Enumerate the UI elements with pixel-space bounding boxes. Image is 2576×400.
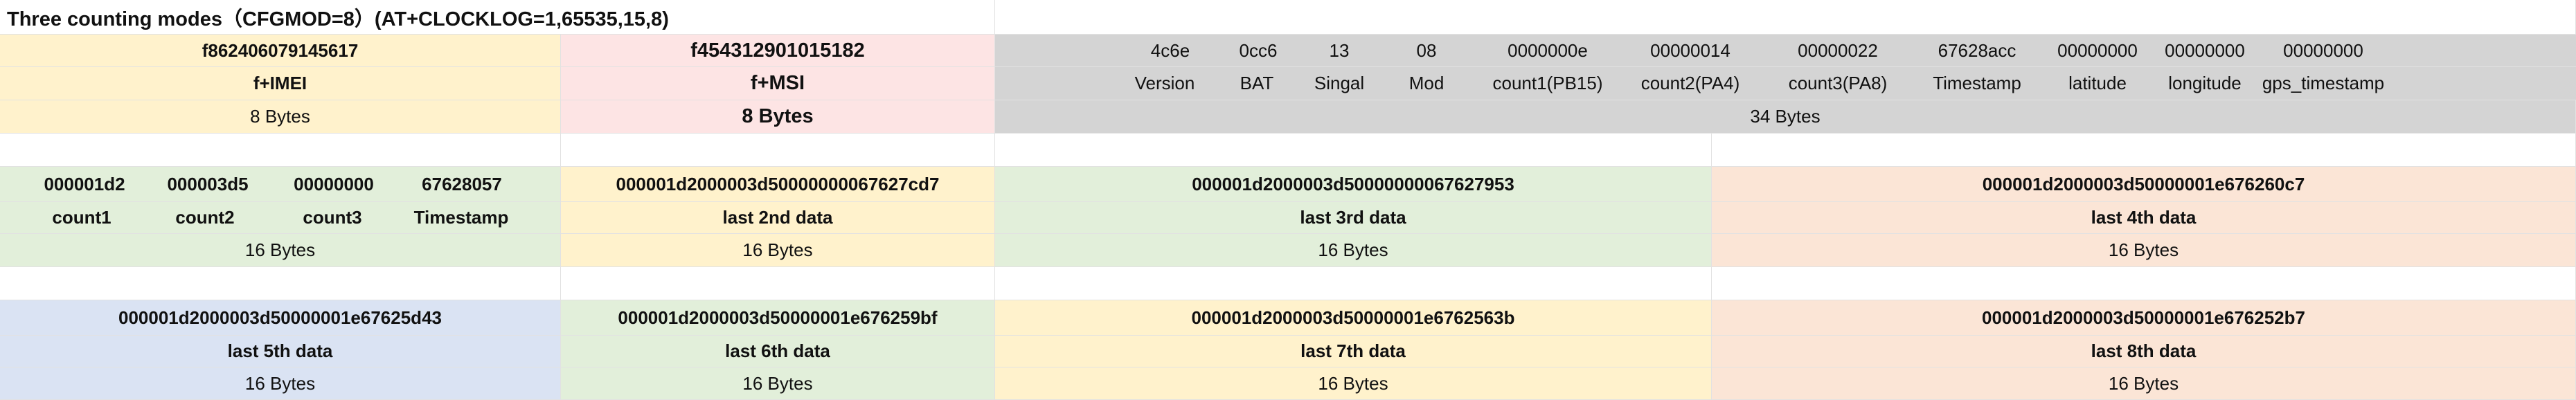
spacer-row xyxy=(0,267,2576,300)
payload-label-latitude: latitude xyxy=(2068,73,2127,93)
payload-value-signal: 13 xyxy=(1329,39,1350,61)
last-4th-size: 16 Bytes xyxy=(1712,234,2576,267)
last-7th-value: 000001d2000003d50000001e6762563b xyxy=(995,300,1712,336)
section2-labels-row: count1 count2 count3 Timestamp last 2nd … xyxy=(0,202,2576,234)
last-8th-label: last 8th data xyxy=(1712,336,2576,367)
payload-label-count3: count3(PA8) xyxy=(1788,73,1888,93)
last-4th-value: 000001d2000003d50000001e676260c7 xyxy=(1712,167,2576,202)
imei-label: f+IMEI xyxy=(0,67,561,100)
title-row: Three counting modes（CFGMOD=8）(AT+CLOCKL… xyxy=(0,0,2576,35)
payload-value-bat: 0cc6 xyxy=(1239,39,1278,61)
payload-label-version: Version xyxy=(1134,73,1195,93)
section1-sizes-row: 8 Bytes 8 Bytes 34 Bytes xyxy=(0,100,2576,134)
last-4th-label: last 4th data xyxy=(1712,202,2576,234)
payload-label-gps-timestamp: gps_timestamp xyxy=(2262,73,2385,93)
first-value-timestamp: 67628057 xyxy=(422,173,502,194)
payload-labels: Version BAT Singal Mod count1(PB15) coun… xyxy=(995,67,2576,100)
payload-value-timestamp: 67628acc xyxy=(1938,39,2016,61)
payload-label-signal: Singal xyxy=(1314,73,1365,93)
last-3rd-size: 16 Bytes xyxy=(995,234,1712,267)
last-6th-label: last 6th data xyxy=(561,336,995,367)
empty-cell xyxy=(995,134,1712,167)
payload-label-mod: Mod xyxy=(1408,73,1444,93)
spacer-row xyxy=(0,134,2576,167)
payload-label-count2: count2(PA4) xyxy=(1640,73,1740,93)
payload-label-longitude: longitude xyxy=(2168,73,2242,93)
first-label-count2: count2 xyxy=(175,207,235,228)
msi-label: f+MSI xyxy=(561,67,995,100)
empty-cell xyxy=(1712,267,2576,300)
empty-cell xyxy=(995,267,1712,300)
first-value-count3: 00000000 xyxy=(294,173,374,194)
section2-sizes-row: 16 Bytes 16 Bytes 16 Bytes 16 Bytes xyxy=(0,234,2576,267)
payload-label-count1: count1(PB15) xyxy=(1492,73,1603,93)
section1-labels-row: f+IMEI f+MSI Version BAT Singal Mod coun… xyxy=(0,67,2576,100)
last-7th-size: 16 Bytes xyxy=(995,367,1712,400)
last-5th-value: 000001d2000003d50000001e67625d43 xyxy=(0,300,561,336)
last-3rd-value: 000001d2000003d50000000067627953 xyxy=(995,167,1712,202)
payload-values: 4c6e 0cc6 13 08 0000000e 00000014 000000… xyxy=(995,35,2576,67)
section3-sizes-row: 16 Bytes 16 Bytes 16 Bytes 16 Bytes xyxy=(0,367,2576,400)
imei-size: 8 Bytes xyxy=(0,100,561,134)
payload-label-bat: BAT xyxy=(1240,73,1274,93)
first-label-count3: count3 xyxy=(303,207,362,228)
last-5th-size: 16 Bytes xyxy=(0,367,561,400)
payload-sheet: Three counting modes（CFGMOD=8）(AT+CLOCKL… xyxy=(0,0,2576,400)
last-3rd-label: last 3rd data xyxy=(995,202,1712,234)
first-value-count2: 000003d5 xyxy=(167,173,249,194)
empty-cell xyxy=(561,267,995,300)
last-5th-label: last 5th data xyxy=(0,336,561,367)
first-data-size: 16 Bytes xyxy=(0,234,561,267)
payload-value-count2: 00000014 xyxy=(1650,39,1730,61)
last-2nd-label: last 2nd data xyxy=(561,202,995,234)
imei-value: f862406079145617 xyxy=(0,35,561,67)
first-label-timestamp: Timestamp xyxy=(413,207,509,228)
last-6th-value: 000001d2000003d50000001e676259bf xyxy=(561,300,995,336)
last-8th-value: 000001d2000003d50000001e676252b7 xyxy=(1712,300,2576,336)
msi-value: f454312901015182 xyxy=(561,35,995,67)
section1-values-row: f862406079145617 f454312901015182 4c6e 0… xyxy=(0,35,2576,67)
section2-values-row: 000001d2 000003d5 00000000 67628057 0000… xyxy=(0,167,2576,202)
payload-value-latitude: 00000000 xyxy=(2057,39,2138,61)
last-7th-label: last 7th data xyxy=(995,336,1712,367)
first-data-labels: count1 count2 count3 Timestamp xyxy=(0,202,561,234)
msi-size: 8 Bytes xyxy=(561,100,995,134)
section3-values-row: 000001d2000003d50000001e67625d43 000001d… xyxy=(0,300,2576,336)
payload-size: 34 Bytes xyxy=(995,100,2576,134)
first-label-count1: count1 xyxy=(52,207,111,228)
payload-value-longitude: 00000000 xyxy=(2165,39,2245,61)
empty-cell xyxy=(0,267,561,300)
last-2nd-size: 16 Bytes xyxy=(561,234,995,267)
section3-labels-row: last 5th data last 6th data last 7th dat… xyxy=(0,336,2576,367)
payload-value-version: 4c6e xyxy=(1150,39,1190,61)
payload-value-count1: 0000000e xyxy=(1508,39,1588,61)
payload-value-gps-timestamp: 00000000 xyxy=(2283,39,2363,61)
empty-cell xyxy=(561,134,995,167)
last-8th-size: 16 Bytes xyxy=(1712,367,2576,400)
payload-value-count3: 00000022 xyxy=(1798,39,1878,61)
sheet-title: Three counting modes（CFGMOD=8）(AT+CLOCKL… xyxy=(0,0,995,35)
payload-value-mod: 08 xyxy=(1416,39,1437,61)
empty-cell xyxy=(1712,134,2576,167)
empty-cell xyxy=(0,134,561,167)
last-2nd-value: 000001d2000003d50000000067627cd7 xyxy=(561,167,995,202)
payload-label-timestamp: Timestamp xyxy=(1933,73,2021,93)
first-data-values: 000001d2 000003d5 00000000 67628057 xyxy=(0,167,561,202)
last-6th-size: 16 Bytes xyxy=(561,367,995,400)
first-value-count1: 000001d2 xyxy=(44,173,125,194)
empty-cell xyxy=(995,0,2576,35)
